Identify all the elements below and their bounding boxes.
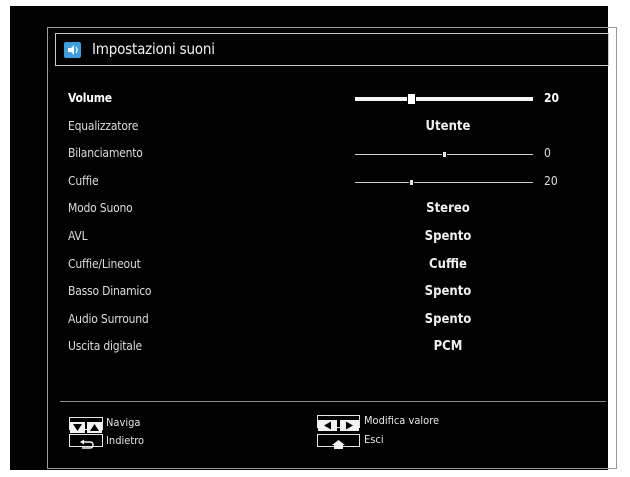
setting-row[interactable]: Volume 20 — [48, 91, 616, 111]
setting-value[interactable]: Cuffie — [378, 257, 518, 272]
setting-value[interactable]: PCM — [378, 339, 518, 354]
setting-row[interactable]: AVL Spento — [48, 229, 616, 249]
setting-row[interactable]: Basso Dinamico Spento — [48, 284, 616, 304]
setting-row[interactable]: Uscita digitale PCM — [48, 339, 616, 359]
setting-slider[interactable] — [355, 93, 533, 105]
setting-label: Basso Dinamico — [68, 284, 152, 299]
setting-slider[interactable] — [355, 178, 533, 186]
setting-label: Uscita digitale — [68, 339, 142, 354]
tv-screen: Impostazioni suoni Volume 20 Equalizzatore… — [10, 6, 617, 470]
setting-label: Bilanciamento — [68, 146, 143, 161]
back-key-icon — [69, 434, 103, 449]
sound-settings-panel: Impostazioni suoni Volume 20 Equalizzatore… — [47, 27, 617, 469]
setting-value[interactable]: Stereo — [378, 201, 518, 216]
setting-row[interactable]: Bilanciamento 0 — [48, 146, 616, 166]
left-right-keys-icon — [317, 415, 360, 431]
setting-label: Equalizzatore — [68, 118, 139, 133]
setting-label: AVL — [68, 229, 88, 243]
legend-exit: Esci — [364, 433, 384, 446]
legend-navigate: Naviga — [106, 416, 141, 429]
setting-value[interactable]: Spento — [378, 229, 518, 244]
slider-knob[interactable] — [409, 178, 414, 186]
home-key-icon — [317, 434, 360, 449]
setting-value: 20 — [544, 91, 560, 105]
setting-row[interactable]: Cuffie 20 — [48, 174, 616, 194]
setting-label: Audio Surround — [68, 311, 149, 326]
legend-change-value: Modifica valore — [364, 414, 440, 427]
setting-slider[interactable] — [355, 151, 533, 159]
setting-row[interactable]: Audio Surround Spento — [48, 312, 616, 332]
footer-divider — [60, 401, 606, 402]
sound-settings-icon — [64, 42, 81, 58]
nav-keys-icon — [69, 417, 103, 433]
setting-value[interactable]: Spento — [378, 312, 518, 327]
setting-row[interactable]: Modo Suono Stereo — [48, 201, 616, 221]
setting-label: Cuffie — [68, 173, 99, 188]
setting-value[interactable]: Utente — [378, 119, 518, 134]
menu-header: Impostazioni suoni — [55, 33, 609, 66]
setting-label: Cuffie/Lineout — [68, 256, 141, 271]
setting-label: Volume — [68, 91, 112, 105]
setting-row[interactable]: Cuffie/Lineout Cuffie — [48, 257, 616, 277]
legend-back: Indietro — [106, 434, 145, 447]
setting-row[interactable]: Equalizzatore Utente — [48, 119, 616, 139]
setting-value: 0 — [544, 146, 551, 161]
setting-value[interactable]: Spento — [378, 284, 518, 299]
slider-knob[interactable] — [407, 93, 416, 105]
setting-label: Modo Suono — [68, 201, 133, 216]
page-title: Impostazioni suoni — [92, 40, 215, 58]
setting-value: 20 — [544, 173, 558, 188]
slider-knob[interactable] — [441, 151, 447, 159]
